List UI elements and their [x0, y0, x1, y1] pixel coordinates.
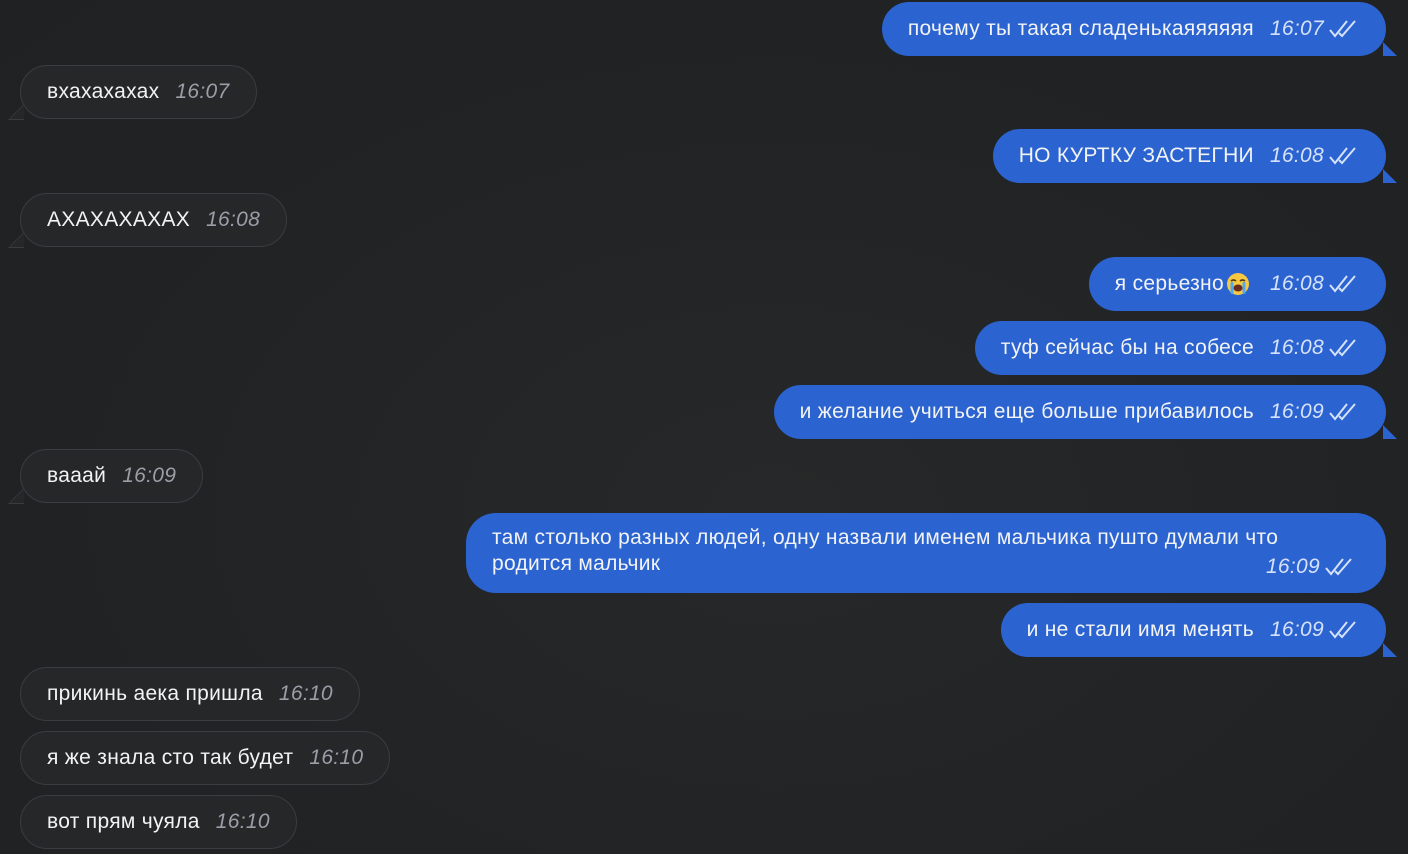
message-text: НО КУРТКУ ЗАСТЕГНИ	[1018, 144, 1254, 167]
message-text: я серьезно	[1114, 272, 1224, 295]
outgoing-message[interactable]: я серьезно 16:08	[1088, 257, 1386, 311]
bubble-tail	[10, 489, 24, 503]
message-text-line: родится мальчик	[492, 552, 661, 575]
incoming-message[interactable]: АХАХАХАХАХ 16:08	[8, 193, 288, 248]
incoming-message[interactable]: вот прям чуяла 16:10	[20, 795, 297, 849]
double-check-icon	[1324, 556, 1356, 578]
message-text: АХАХАХАХАХ	[47, 208, 191, 231]
bubble-tail	[1383, 643, 1397, 657]
bubble-tail	[1383, 169, 1397, 183]
bubble-tail	[10, 105, 24, 119]
double-check-icon	[1328, 337, 1360, 359]
message-time: 16:08	[1269, 272, 1324, 295]
message-text: туф сейчас бы на собесе	[1000, 336, 1254, 359]
outgoing-message[interactable]: и желание учиться еще больше прибавилось…	[773, 385, 1397, 439]
incoming-message[interactable]: вхахахахах 16:07	[8, 65, 257, 120]
outgoing-message[interactable]: туф сейчас бы на собесе 16:08	[974, 321, 1386, 375]
message-text: я же знала сто так будет	[47, 746, 294, 769]
message-text: вот прям чуяла	[47, 810, 200, 833]
double-check-icon	[1328, 18, 1360, 40]
message-meta: 16:09	[1250, 555, 1356, 579]
message-time: 16:09	[1265, 555, 1320, 578]
message-text: вхахахахах	[47, 80, 160, 103]
message-time: 16:08	[1269, 336, 1324, 359]
chat-history[interactable]: почему ты такая сладенькаяяяяяя 16:07 вх…	[0, 0, 1408, 854]
double-check-icon	[1328, 619, 1360, 641]
message-time: 16:09	[122, 464, 177, 487]
incoming-message[interactable]: прикинь аека пришла 16:10	[20, 667, 360, 721]
message-text: прикинь аека пришла	[47, 682, 263, 705]
loudly-crying-face-emoji	[1226, 272, 1250, 296]
message-time: 16:10	[215, 810, 270, 833]
incoming-message[interactable]: вааай 16:09	[8, 449, 204, 504]
message-text-line: там столько разных людей, одну назвали и…	[492, 526, 1279, 549]
bubble-tail	[1383, 425, 1397, 439]
message-time: 16:10	[309, 746, 364, 769]
outgoing-message[interactable]: НО КУРТКУ ЗАСТЕГНИ 16:08	[992, 129, 1397, 183]
bubble-tail	[10, 233, 24, 247]
outgoing-message[interactable]: там столько разных людей, одну назвали и…	[466, 513, 1386, 593]
message-text: вааай	[47, 464, 107, 487]
message-time: 16:08	[1269, 144, 1324, 167]
message-text: и не стали имя менять	[1026, 618, 1254, 641]
bubble-tail	[1383, 42, 1397, 56]
double-check-icon	[1328, 273, 1360, 295]
double-check-icon	[1328, 145, 1360, 167]
outgoing-message[interactable]: почему ты такая сладенькаяяяяяя 16:07	[881, 2, 1397, 56]
message-text: и желание учиться еще больше прибавилось	[799, 400, 1254, 423]
outgoing-message[interactable]: и не стали имя менять 16:09	[1000, 603, 1397, 657]
incoming-message[interactable]: я же знала сто так будет 16:10	[20, 731, 391, 785]
message-time: 16:07	[1269, 17, 1324, 40]
message-time: 16:10	[278, 682, 333, 705]
message-time: 16:08	[206, 208, 261, 231]
message-time: 16:07	[175, 80, 230, 103]
message-time: 16:09	[1269, 400, 1324, 423]
message-time: 16:09	[1269, 618, 1324, 641]
double-check-icon	[1328, 401, 1360, 423]
message-text: почему ты такая сладенькаяяяяяя	[907, 17, 1254, 40]
